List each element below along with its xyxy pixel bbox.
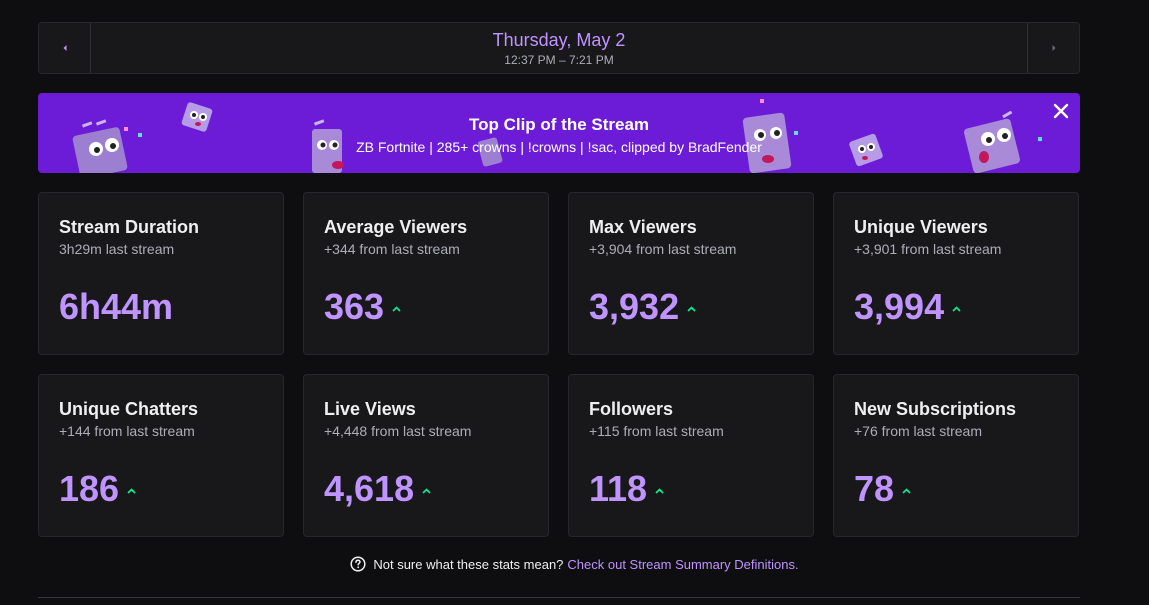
stat-comparison: +4,448 from last stream	[324, 423, 472, 439]
stat-card-max-viewers: Max Viewers +3,904 from last stream 3,93…	[568, 192, 814, 355]
close-icon[interactable]	[1052, 102, 1070, 120]
stats-help-line: Not sure what these stats mean? Check ou…	[0, 556, 1149, 572]
stat-title: New Subscriptions	[854, 399, 1017, 419]
help-period: .	[795, 556, 799, 572]
stat-title: Live Views	[324, 399, 416, 419]
stat-card-followers: Followers +115 from last stream 118	[568, 374, 814, 537]
stat-comparison: +3,904 from last stream	[589, 241, 737, 257]
top-clip-title: Top Clip of the Stream	[468, 115, 650, 134]
stream-summary-page: Thursday, May 2 12:37 PM – 7:21 PM Top C…	[0, 0, 1149, 605]
stream-summary-definitions-link[interactable]: Check out Stream Summary Definitions	[567, 557, 795, 572]
stat-card-average-viewers: Average Viewers +344 from last stream 36…	[303, 192, 549, 355]
stat-card-stream-duration: Stream Duration 3h29m last stream 6h44m	[38, 192, 284, 355]
date-display: Thursday, May 2 12:37 PM – 7:21 PM	[91, 23, 1027, 73]
stat-comparison: +144 from last stream	[59, 423, 195, 439]
stat-comparison: +76 from last stream	[854, 423, 982, 439]
trend-up-icon	[655, 488, 664, 494]
stream-time-range: 12:37 PM – 7:21 PM	[504, 52, 614, 67]
stat-value: 363	[324, 286, 385, 327]
stat-value: 3,932	[589, 286, 680, 327]
next-stream-button[interactable]	[1027, 23, 1079, 73]
chevron-left-icon	[63, 45, 66, 51]
help-icon	[350, 556, 366, 572]
stat-card-new-subscriptions: New Subscriptions +76 from last stream 7…	[833, 374, 1079, 537]
top-clip-banner[interactable]: Top Clip of the Stream ZB Fortnite | 285…	[38, 93, 1080, 173]
sparkle-icon	[760, 99, 764, 103]
previous-stream-button[interactable]	[39, 23, 91, 73]
divider	[38, 597, 1080, 598]
date-navigator: Thursday, May 2 12:37 PM – 7:21 PM	[38, 22, 1080, 74]
stat-title: Followers	[589, 399, 674, 419]
stat-comparison: 3h29m last stream	[59, 241, 175, 257]
trend-up-icon	[392, 306, 401, 312]
stat-comparison: +115 from last stream	[589, 423, 724, 439]
stat-value: 4,618	[324, 468, 415, 509]
stat-title: Max Viewers	[589, 217, 697, 237]
stat-value: 6h44m	[59, 286, 174, 327]
top-clip-info: Top Clip of the Stream ZB Fortnite | 285…	[38, 115, 1080, 157]
trend-up-icon	[902, 488, 911, 494]
chevron-right-icon	[1052, 45, 1055, 51]
stat-title: Stream Duration	[59, 217, 200, 237]
stat-comparison: +3,901 from last stream	[854, 241, 1002, 257]
stat-value: 118	[589, 468, 648, 509]
stat-comparison: +344 from last stream	[324, 241, 460, 257]
trend-up-icon	[422, 488, 431, 494]
stat-title: Unique Chatters	[59, 399, 199, 419]
stat-card-unique-chatters: Unique Chatters +144 from last stream 18…	[38, 374, 284, 537]
stat-title: Average Viewers	[324, 217, 468, 237]
help-question: Not sure what these stats mean?	[373, 556, 564, 572]
trend-up-icon	[127, 488, 136, 494]
stat-value: 3,994	[854, 286, 945, 327]
trend-up-icon	[687, 306, 696, 312]
stat-title: Unique Viewers	[854, 217, 988, 237]
stream-date: Thursday, May 2	[492, 29, 626, 50]
stat-value: 78	[854, 468, 895, 509]
trend-up-icon	[952, 306, 961, 312]
stat-value: 186	[59, 468, 120, 509]
top-clip-subtitle[interactable]: ZB Fortnite | 285+ crowns | !crowns | !s…	[38, 137, 1080, 157]
stat-card-live-views: Live Views +4,448 from last stream 4,618	[303, 374, 549, 537]
stat-card-unique-viewers: Unique Viewers +3,901 from last stream 3…	[833, 192, 1079, 355]
